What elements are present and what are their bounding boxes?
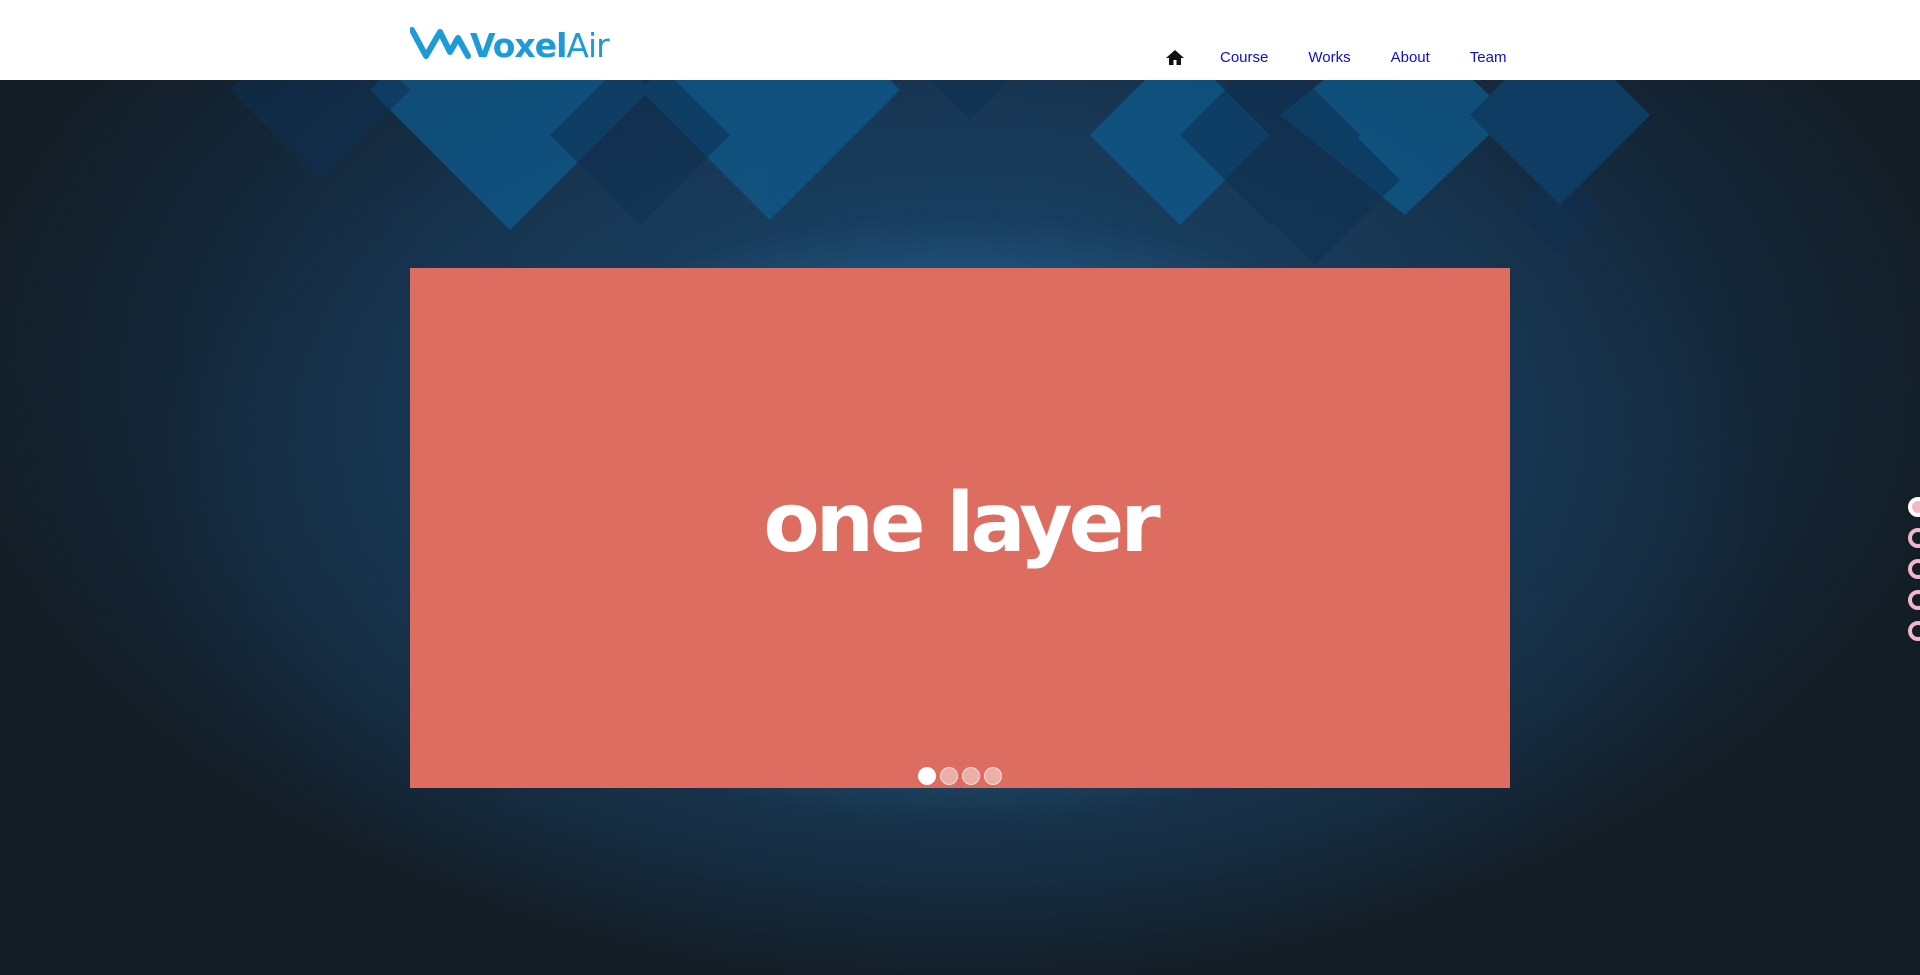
site-header: VoxelAir Course Works About Team xyxy=(0,0,1920,80)
logo-text-bold: Voxel xyxy=(470,26,567,65)
section-nav-dot-4[interactable] xyxy=(1908,590,1920,610)
section-nav-dot-1[interactable] xyxy=(1908,497,1920,517)
nav-item-course[interactable]: Course xyxy=(1220,48,1268,68)
logo[interactable]: VoxelAir xyxy=(410,26,610,66)
main-nav: Course Works About Team xyxy=(1165,48,1506,68)
section-nav-dot-2[interactable] xyxy=(1908,528,1920,548)
slider-dots xyxy=(410,767,1510,785)
slider-dot-3[interactable] xyxy=(962,767,980,785)
slider-dot-1[interactable] xyxy=(918,767,936,785)
logo-text-light: Air xyxy=(566,26,609,65)
section-nav-dot-3[interactable] xyxy=(1908,559,1920,579)
hero-slider[interactable]: one layer xyxy=(410,268,1510,788)
logo-text: VoxelAir xyxy=(470,26,610,66)
home-icon[interactable] xyxy=(1165,48,1185,68)
nav-item-team[interactable]: Team xyxy=(1470,48,1507,68)
slider-dot-4[interactable] xyxy=(984,767,1002,785)
section-nav-dot-5[interactable] xyxy=(1908,621,1920,641)
section-nav xyxy=(1908,497,1920,641)
nav-item-works[interactable]: Works xyxy=(1308,48,1350,68)
logo-mark-icon xyxy=(410,27,471,59)
slider-dot-2[interactable] xyxy=(940,767,958,785)
slide-text: one layer xyxy=(763,475,1160,571)
nav-item-about[interactable]: About xyxy=(1391,48,1430,68)
